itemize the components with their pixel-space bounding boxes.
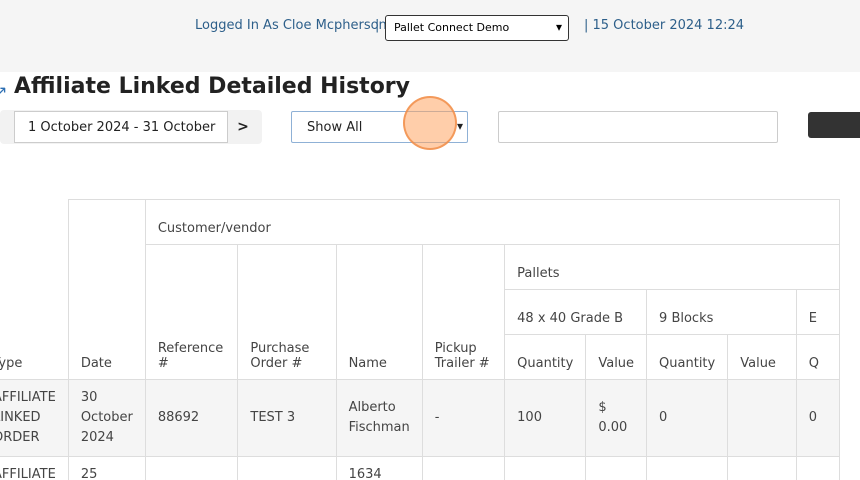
product-3: E <box>795 289 841 335</box>
col-value-1: Value <box>585 334 648 380</box>
cell-quantity-1 <box>504 456 587 480</box>
history-table: Type Date Customer/vendor Reference # Pu… <box>0 199 841 480</box>
cell-reference: 88692 <box>144 379 239 457</box>
date-range-input[interactable]: 1 October 2024 - 31 October <box>14 111 228 143</box>
chevron-down-icon: ▾ <box>555 20 562 34</box>
cell-name: Alberto Fischman <box>335 379 423 457</box>
cell-purchase-order <box>237 456 337 480</box>
header-separator: | <box>375 18 380 33</box>
cell-quantity-1: 100 <box>504 379 587 457</box>
cell-pickup-trailer <box>421 456 506 480</box>
col-date: Date <box>67 199 146 380</box>
col-name: Name <box>335 244 423 380</box>
page-title: Affiliate Linked Detailed History <box>14 74 410 99</box>
cell-pickup-trailer: - <box>421 379 506 457</box>
search-input[interactable] <box>498 111 778 143</box>
col-pickup-trailer: Pickup Trailer # <box>421 244 506 380</box>
current-datetime: | 15 October 2024 12:24 <box>584 18 745 33</box>
cell-quantity-3 <box>795 456 841 480</box>
show-filter-value: Show All <box>307 120 363 135</box>
cell-reference <box>144 456 239 480</box>
cell-quantity-3: 0 <box>795 379 841 457</box>
logged-in-user: Logged In As Cloe Mcpherson <box>195 18 387 33</box>
chevron-down-icon: ▾ <box>456 119 463 133</box>
product-48x40-grade-b: 48 x 40 Grade B <box>504 289 648 335</box>
cell-type: AFFILIATE LINKED ORDER <box>0 379 69 457</box>
cell-value-1 <box>585 456 648 480</box>
table-row[interactable]: AFFILIATE 25 1634 <box>0 456 841 480</box>
cell-type: AFFILIATE <box>0 456 69 480</box>
col-type: Type <box>0 199 69 380</box>
col-reference: Reference # <box>144 244 239 380</box>
company-select-value: Pallet Connect Demo <box>394 21 510 34</box>
col-quantity-1: Quantity <box>504 334 587 380</box>
cell-quantity-2 <box>646 456 729 480</box>
col-quantity-3: Q <box>795 334 841 380</box>
col-purchase-order: Purchase Order # <box>237 244 337 380</box>
cell-quantity-2: 0 <box>646 379 729 457</box>
table-row[interactable]: AFFILIATE LINKED ORDER 30 October 2024 8… <box>0 379 841 457</box>
cell-date: 30 October 2024 <box>67 379 146 457</box>
click-indicator <box>403 96 457 150</box>
col-quantity-2: Quantity <box>646 334 729 380</box>
cell-purchase-order: TEST 3 <box>237 379 337 457</box>
company-select[interactable]: Pallet Connect Demo ▾ <box>385 15 569 41</box>
cell-name: 1634 <box>335 456 423 480</box>
back-arrow-icon[interactable]: ↗ <box>0 82 7 101</box>
group-customer-vendor: Customer/vendor <box>144 199 841 245</box>
cell-date: 25 <box>67 456 146 480</box>
product-9-blocks: 9 Blocks <box>646 289 797 335</box>
next-period-button[interactable]: > <box>229 111 257 143</box>
group-pallets: Pallets <box>504 244 840 290</box>
cell-value-2 <box>727 456 797 480</box>
col-value-2: Value <box>727 334 797 380</box>
search-button[interactable] <box>808 112 860 138</box>
cell-value-2 <box>727 379 797 457</box>
cell-value-1: $ 0.00 <box>585 379 648 457</box>
